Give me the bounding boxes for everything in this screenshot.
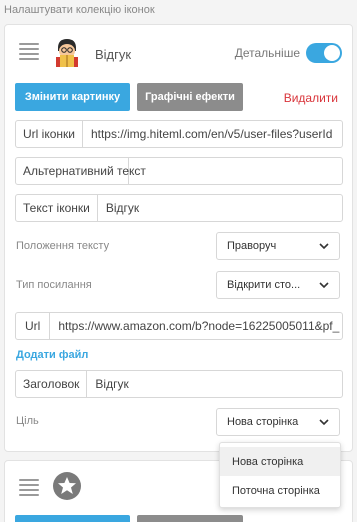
item-title: Відгук	[95, 47, 132, 62]
graphic-effects-button[interactable]	[137, 515, 243, 522]
chevron-down-icon	[319, 282, 329, 289]
heading-field: Заголовок Відгук	[15, 370, 343, 398]
change-image-button[interactable]: Змінити картинку	[15, 83, 130, 111]
icon-url-label: Url іконки	[16, 121, 83, 147]
url-label: Url	[16, 313, 51, 339]
graphic-effects-button[interactable]: Графічні ефекти	[137, 83, 243, 111]
drag-handle-icon[interactable]	[19, 479, 39, 496]
icon-collection-settings: Налаштувати колекцію іконок Відгук Детал…	[0, 0, 357, 522]
icon-text-label: Текст іконки	[16, 195, 98, 221]
target-dropdown-menu: Нова сторінка Поточна сторінка	[219, 442, 341, 508]
chevron-down-icon	[319, 243, 329, 250]
target-label: Ціль	[16, 415, 39, 427]
page-title: Налаштувати колекцію іконок	[4, 4, 155, 16]
star-icon[interactable]	[51, 470, 83, 502]
alt-text-field: Альтернативний текст	[15, 157, 343, 185]
delete-button[interactable]: Видалити	[284, 91, 338, 105]
icon-item-card: Відгук Детальніше Змінити картинку Графі…	[4, 24, 353, 452]
alt-text-label: Альтернативний текст	[16, 158, 146, 184]
text-position-select[interactable]: Праворуч	[216, 232, 340, 260]
heading-label: Заголовок	[16, 371, 88, 397]
icon-text-input[interactable]: Відгук	[98, 195, 342, 221]
icon-text-field: Текст іконки Відгук	[15, 194, 343, 222]
link-type-select[interactable]: Відкрити сто...	[216, 271, 340, 299]
alt-text-input[interactable]	[129, 158, 342, 184]
drag-handle-icon[interactable]	[19, 43, 39, 60]
link-type-label: Тип посилання	[16, 279, 92, 291]
icon-url-input[interactable]: https://img.hiteml.com/en/v5/user-files?…	[83, 121, 342, 147]
details-toggle[interactable]	[306, 43, 342, 63]
link-type-value: Відкрити сто...	[227, 279, 301, 291]
target-option-current-page[interactable]: Поточна сторінка	[220, 476, 340, 505]
url-field: Url https://www.amazon.com/b?node=162250…	[15, 312, 343, 340]
target-value: Нова сторінка	[227, 416, 299, 428]
text-position-label: Положення тексту	[16, 240, 110, 252]
change-image-button[interactable]	[15, 515, 130, 522]
toggle-knob	[324, 45, 340, 61]
url-input[interactable]: https://www.amazon.com/b?node=1622500501…	[50, 313, 342, 339]
target-select[interactable]: Нова сторінка	[216, 408, 340, 436]
chevron-down-icon	[319, 419, 329, 426]
heading-input[interactable]: Відгук	[87, 371, 342, 397]
add-file-link[interactable]: Додати файл	[16, 349, 88, 361]
details-label: Детальніше	[234, 46, 300, 60]
text-position-value: Праворуч	[227, 240, 277, 252]
icon-url-field: Url іконки https://img.hiteml.com/en/v5/…	[15, 120, 343, 148]
target-option-new-page[interactable]: Нова сторінка	[220, 447, 340, 476]
reader-avatar-icon[interactable]	[51, 36, 83, 68]
